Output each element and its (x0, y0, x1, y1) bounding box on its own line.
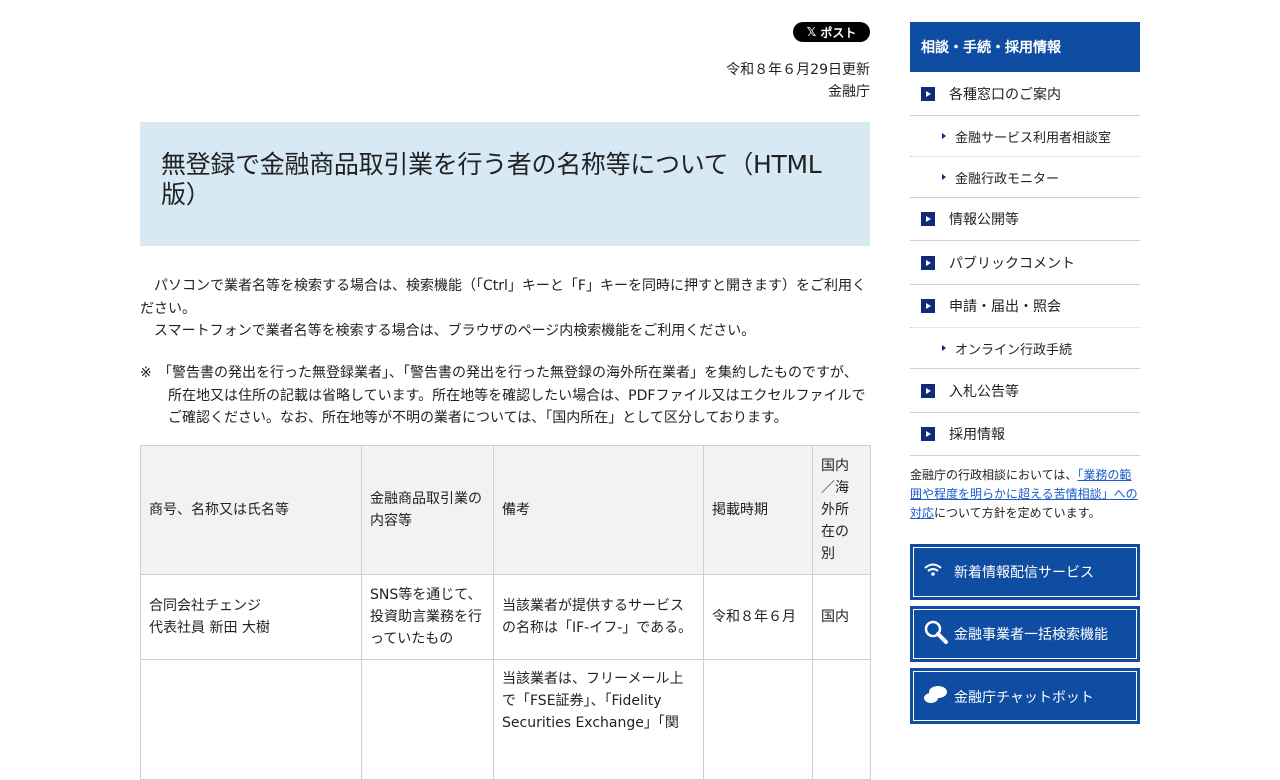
arrow-icon (942, 133, 946, 139)
sidebar-item-disclosure[interactable]: 情報公開等 (910, 198, 1140, 241)
sidebar-item-label: 各種窓口のご案内 (949, 86, 1061, 103)
sidebar-item-label: 情報公開等 (949, 212, 1019, 228)
note-text: 「警告書の発出を行った無登録業者」、「警告書の発出を行った無登録の海外所在業者」… (158, 365, 866, 426)
page-title-box: 無登録で金融商品取引業を行う者の名称等について（HTML版） (140, 122, 870, 246)
sidebar-item-label: パブリックコメント (949, 255, 1075, 272)
chat-icon (923, 683, 949, 709)
header-name: 商号、名称又は氏名等 (140, 445, 362, 575)
x-logo-icon: 𝕏 (806, 25, 817, 39)
updated-date: 令和８年６月29日更新 (726, 62, 870, 78)
sidebar-item-public-comment[interactable]: パブリックコメント (910, 241, 1140, 285)
sidebar-item-recruitment[interactable]: 採用情報 (910, 413, 1140, 456)
consult-policy-text: 金融庁の行政相談においては、「業務の範囲や程度を明らかに超える苦情相談」への対応… (910, 466, 1140, 523)
header-remarks: 備考 (493, 445, 704, 575)
unregistered-business-table: 商号、名称又は氏名等 金融商品取引業の内容等 備考 掲載時期 国内／海外所在の別… (140, 445, 871, 780)
arrow-square-icon (921, 255, 935, 270)
page-title: 無登録で金融商品取引業を行う者の名称等について（HTML版） (161, 150, 822, 209)
sidebar-item-label: オンライン行政手続 (955, 342, 1073, 358)
table-row: 合同会社チェンジ 代表社員 新田 大樹 SNS等を通じて、投資助言業務を行ってい… (140, 574, 871, 660)
wifi-icon (923, 562, 943, 582)
table-header-row: 商号、名称又は氏名等 金融商品取引業の内容等 備考 掲載時期 国内／海外所在の別 (140, 445, 871, 575)
note-mark: ※ (140, 365, 152, 381)
sidebar-item-label: 申請・届出・照会 (949, 299, 1061, 315)
new-info-service-button[interactable]: 新着情報配信サービス (910, 544, 1140, 600)
header-period: 掲載時期 (703, 445, 813, 575)
cell-period: 令和８年６月 (703, 574, 813, 660)
sidebar-item-label: 入札公告等 (949, 383, 1019, 400)
cell-business: SNS等を通じて、投資助言業務を行っていたもの (361, 574, 494, 660)
sidebar-item-applications[interactable]: 申請・届出・照会 (910, 285, 1140, 328)
note-paragraph: ※ 「警告書の発出を行った無登録業者」、「警告書の発出を行った無登録の海外所在業… (140, 362, 870, 430)
arrow-square-icon (921, 427, 935, 441)
consult-text-post: について方針を定めています。 (934, 506, 1101, 520)
cell-region: 国内 (812, 574, 871, 660)
sidebar-item-contact-windows[interactable]: 各種窓口のご案内 (910, 72, 1140, 116)
search-icon (923, 619, 949, 649)
agency-name: 金融庁 (828, 84, 870, 100)
sidebar-item-user-consultation[interactable]: 金融サービス利用者相談室 (910, 116, 1140, 157)
cell-name: 合同会社チェンジ 代表社員 新田 大樹 (140, 574, 362, 660)
intro-smartphone-search: スマートフォンで業者名等を検索する場合は、ブラウザのページ内検索機能をご利用くだ… (140, 323, 756, 339)
post-label: ポスト (820, 25, 857, 40)
consult-text-pre: 金融庁の行政相談においては、 (910, 468, 1078, 482)
button-label: 新着情報配信サービス (954, 565, 1094, 581)
arrow-square-icon (921, 212, 935, 226)
arrow-square-icon (921, 383, 935, 398)
sidebar-item-online-procedures[interactable]: オンライン行政手続 (910, 328, 1140, 369)
button-label: 金融庁チャットボット (954, 690, 1094, 706)
sidebar-item-monitor[interactable]: 金融行政モニター (910, 157, 1140, 198)
sidebar: 相談・手続・採用情報 各種窓口のご案内 金融サービス利用者相談室 金融行政モニタ… (910, 22, 1140, 724)
business-search-button[interactable]: 金融事業者一括検索機能 (910, 606, 1140, 662)
arrow-square-icon (921, 86, 935, 101)
x-post-button[interactable]: 𝕏 ポスト (793, 22, 870, 42)
sidebar-item-bidding[interactable]: 入札公告等 (910, 369, 1140, 413)
header-business: 金融商品取引業の内容等 (361, 445, 494, 575)
arrow-icon (942, 345, 946, 351)
sidebar-heading: 相談・手続・採用情報 (910, 22, 1140, 72)
button-label: 金融事業者一括検索機能 (954, 627, 1108, 643)
arrow-icon (942, 174, 946, 180)
header-region: 国内／海外所在の別 (812, 445, 871, 575)
sidebar-item-label: 金融サービス利用者相談室 (955, 130, 1112, 146)
intro-pc-search: パソコンで業者名等を検索する場合は、検索機能（「Ctrl」キーと「F」キーを同時… (140, 278, 866, 317)
sidebar-item-label: 金融行政モニター (955, 171, 1060, 187)
cell-remarks: 当該業者が提供するサービスの名称は「IF-イフ-」である。 (493, 574, 704, 660)
chatbot-button[interactable]: 金融庁チャットボット (910, 668, 1140, 724)
arrow-square-icon (921, 299, 935, 313)
sidebar-item-label: 採用情報 (949, 427, 1005, 443)
